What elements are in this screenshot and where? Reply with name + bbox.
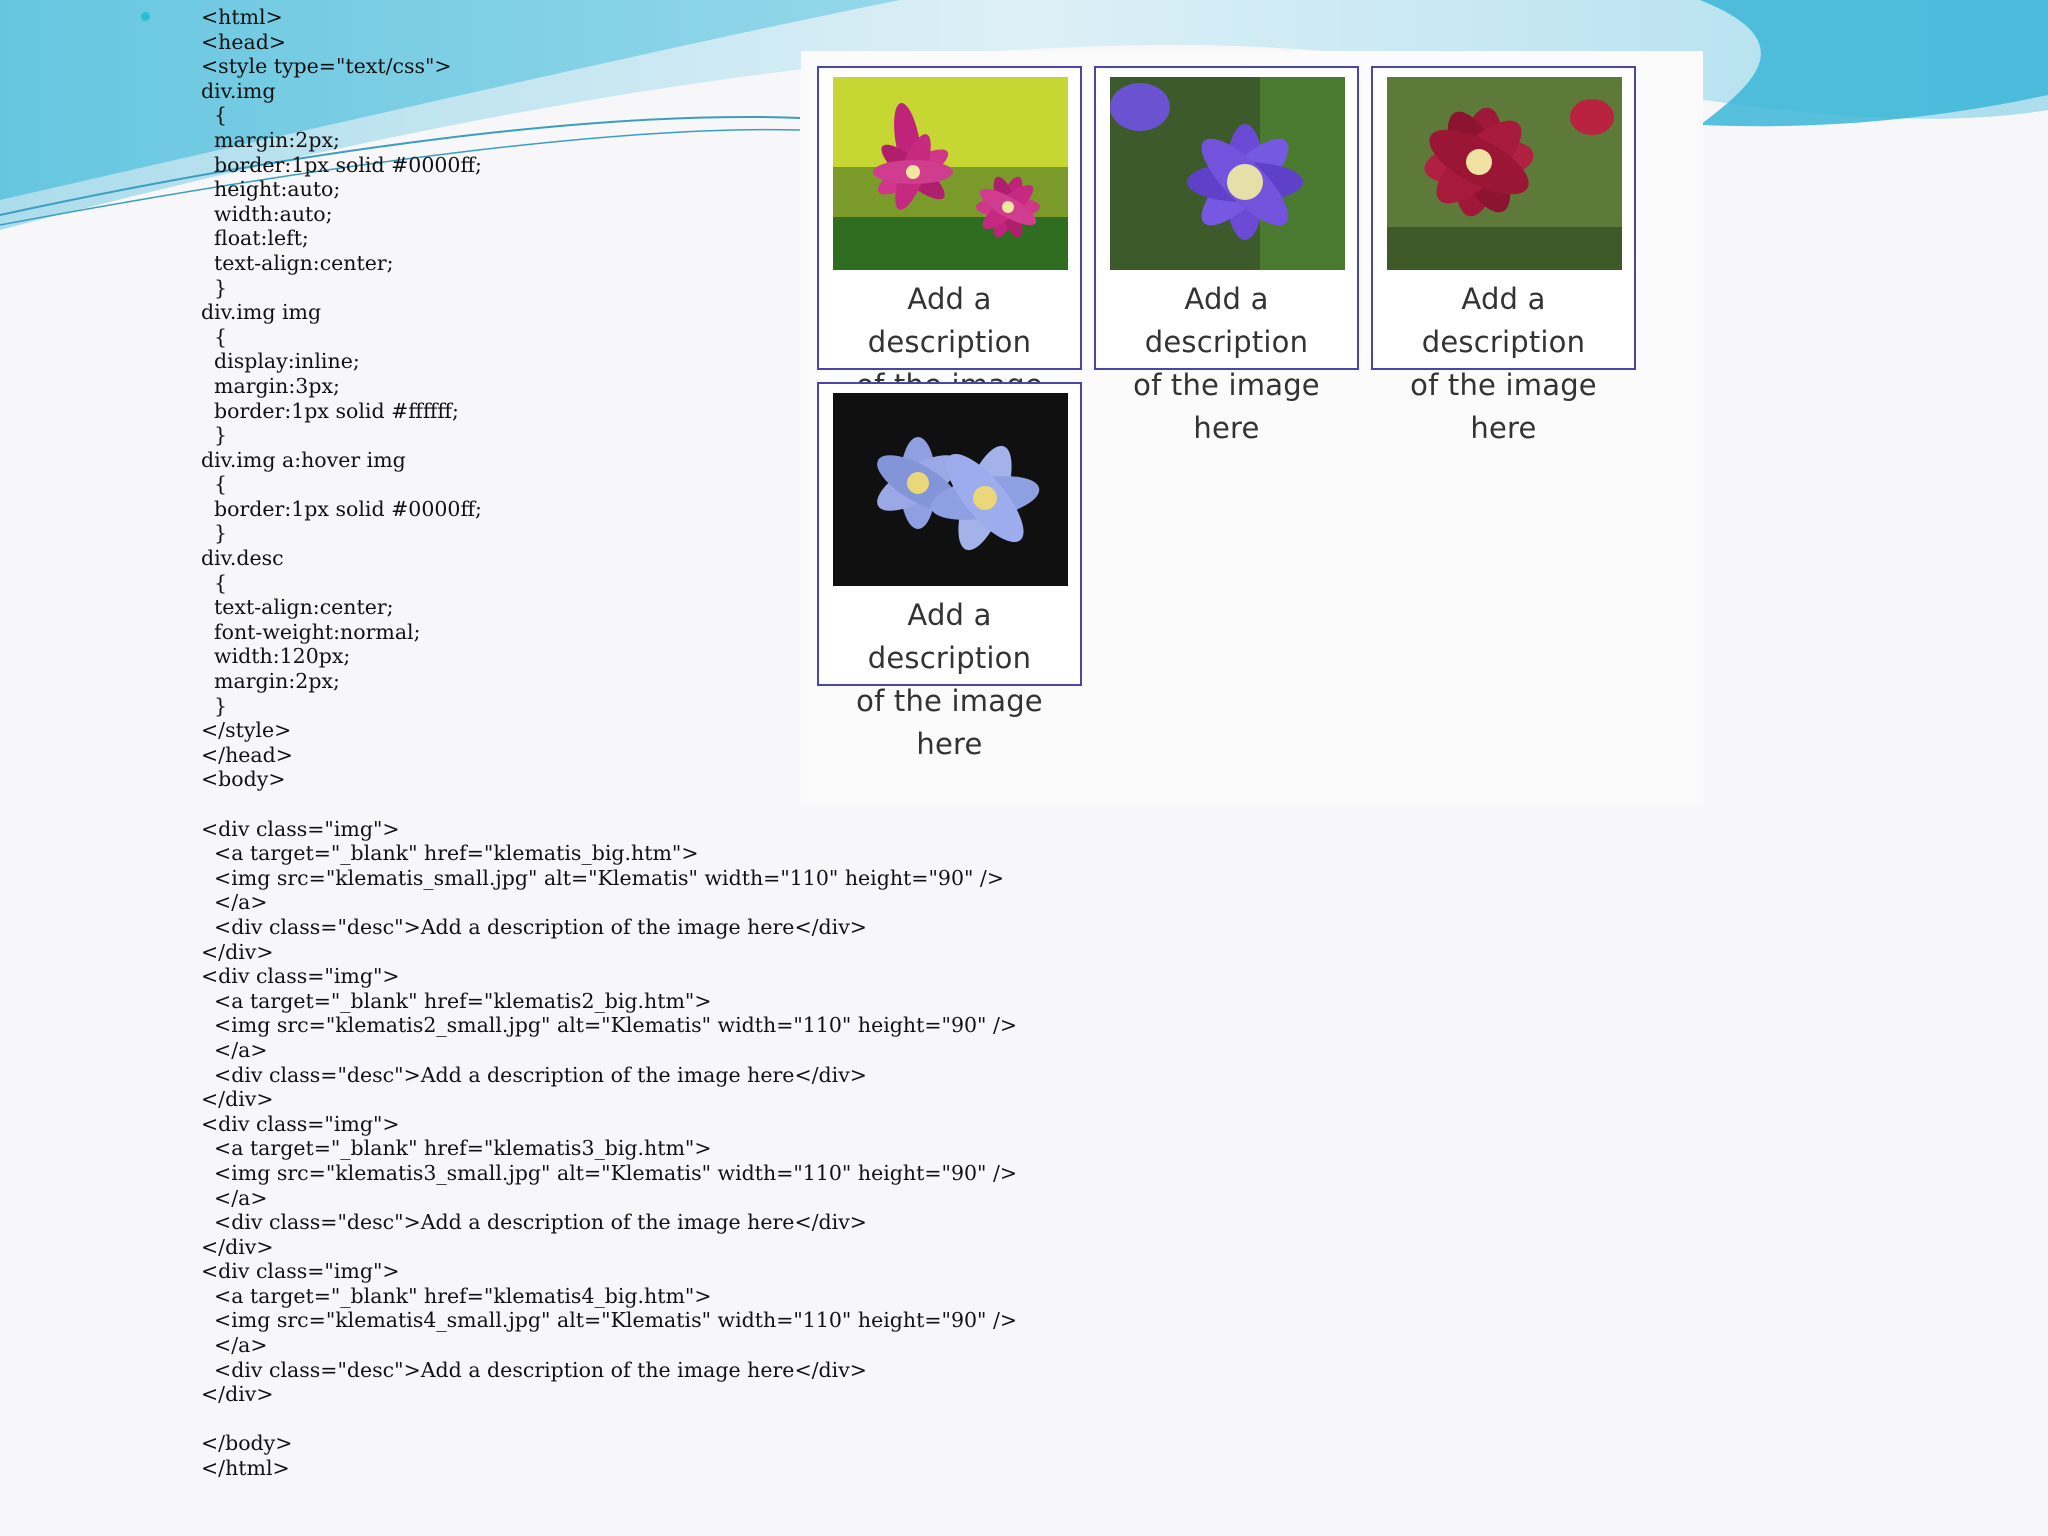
description-line-1: Add a description	[867, 598, 1032, 675]
code-line: <img src="klematis2_small.jpg" alt="Klem…	[201, 1013, 1018, 1038]
code-line: text-align:center;	[201, 595, 394, 620]
code-line: border:1px solid #ffffff;	[201, 398, 459, 423]
code-line: </a>	[201, 1333, 268, 1358]
code-line: <a target="_blank" href="klematis4_big.h…	[201, 1283, 712, 1308]
code-line: margin:2px;	[201, 669, 340, 694]
description-line-2: of the image here	[856, 684, 1043, 761]
code-line: <div class="img">	[201, 1111, 400, 1136]
code-line: }	[201, 521, 228, 546]
code-line: <div class="desc">Add a description of t…	[201, 1357, 867, 1382]
gallery-tile-2[interactable]: Add a description of the image here	[1094, 66, 1359, 445]
code-line: </div>	[201, 1087, 274, 1112]
code-line: </head>	[201, 742, 293, 767]
code-line: {	[201, 324, 228, 349]
code-line: </a>	[201, 1185, 268, 1210]
code-line: height:auto;	[201, 177, 341, 202]
description-line-2: of the image here	[1133, 368, 1320, 445]
code-line: </div>	[201, 939, 274, 964]
gallery-tile-3[interactable]: Add a description of the image here	[1371, 66, 1636, 445]
code-line: font-weight:normal;	[201, 619, 421, 644]
code-line: </a>	[201, 890, 268, 915]
code-line: margin:3px;	[201, 373, 340, 398]
code-line: </style>	[201, 718, 292, 743]
code-line: div.img img	[201, 300, 322, 325]
code-line: {	[201, 103, 228, 128]
flower-image-purple[interactable]	[1110, 77, 1345, 270]
code-line: </body>	[201, 1431, 293, 1456]
flower-image-pink[interactable]	[833, 77, 1068, 270]
description-line-1: Add a description	[1421, 282, 1586, 359]
code-line: </div>	[201, 1382, 274, 1407]
gallery-tile-1[interactable]: Add a description of the image here	[817, 66, 1082, 445]
code-line: <a target="_blank" href="klematis2_big.h…	[201, 988, 712, 1013]
code-line: <img src="klematis_small.jpg" alt="Klema…	[201, 865, 1005, 890]
code-line: <html>	[201, 5, 283, 29]
code-line: </div>	[201, 1234, 274, 1259]
code-line: div.img a:hover img	[201, 447, 406, 472]
purple-flower	[1187, 124, 1303, 240]
code-line: div.desc	[201, 546, 284, 571]
code-line: <img src="klematis3_small.jpg" alt="Klem…	[201, 1160, 1018, 1185]
gallery-tile-4[interactable]: Add a description of the image here	[817, 382, 1082, 761]
code-line: </a>	[201, 1037, 268, 1062]
flower-image-lavender[interactable]	[833, 393, 1068, 586]
code-line: <div class="desc">Add a description of t…	[201, 914, 867, 939]
code-line: <div class="desc">Add a description of t…	[201, 1210, 867, 1235]
code-line: {	[201, 472, 228, 497]
image-description: Add a description of the image here	[1096, 278, 1357, 450]
code-line: <style type="text/css">	[201, 54, 452, 79]
code-line: margin:2px;	[201, 127, 340, 152]
code-line: }	[201, 693, 228, 718]
code-line: <a target="_blank" href="klematis3_big.h…	[201, 1136, 712, 1161]
flower-image-red[interactable]	[1387, 77, 1622, 270]
rendered-gallery-preview: Add a description of the image here Add …	[801, 51, 1703, 806]
code-line: {	[201, 570, 228, 595]
description-line-2: of the image here	[1410, 368, 1597, 445]
code-line: <div class="img">	[201, 964, 400, 989]
code-line: border:1px solid #0000ff;	[201, 152, 482, 177]
code-line: <div class="desc">Add a description of t…	[201, 1062, 867, 1087]
code-line: display:inline;	[201, 349, 360, 374]
code-line: div.img	[201, 78, 276, 103]
code-line: float:left;	[201, 226, 309, 251]
code-line: text-align:center;	[201, 250, 394, 275]
description-line-1: Add a description	[867, 282, 1032, 359]
bullet-point	[141, 12, 150, 21]
description-line-1: Add a description	[1144, 282, 1309, 359]
code-line: <img src="klematis4_small.jpg" alt="Klem…	[201, 1308, 1018, 1333]
image-description: Add a description of the image here	[819, 594, 1080, 766]
code-line: }	[201, 423, 228, 448]
code-line: <head>	[201, 29, 287, 54]
code-line: <body>	[201, 767, 286, 792]
image-description: Add a description of the image here	[1373, 278, 1634, 450]
code-line: </html>	[201, 1456, 290, 1481]
code-line: <div class="img">	[201, 816, 400, 841]
code-line: border:1px solid #0000ff;	[201, 496, 482, 521]
code-line: <div class="img">	[201, 1259, 400, 1284]
code-line: width:120px;	[201, 644, 351, 669]
code-line: <a target="_blank" href="klematis_big.ht…	[201, 841, 699, 866]
code-line: }	[201, 275, 228, 300]
code-line: width:auto;	[201, 201, 333, 226]
